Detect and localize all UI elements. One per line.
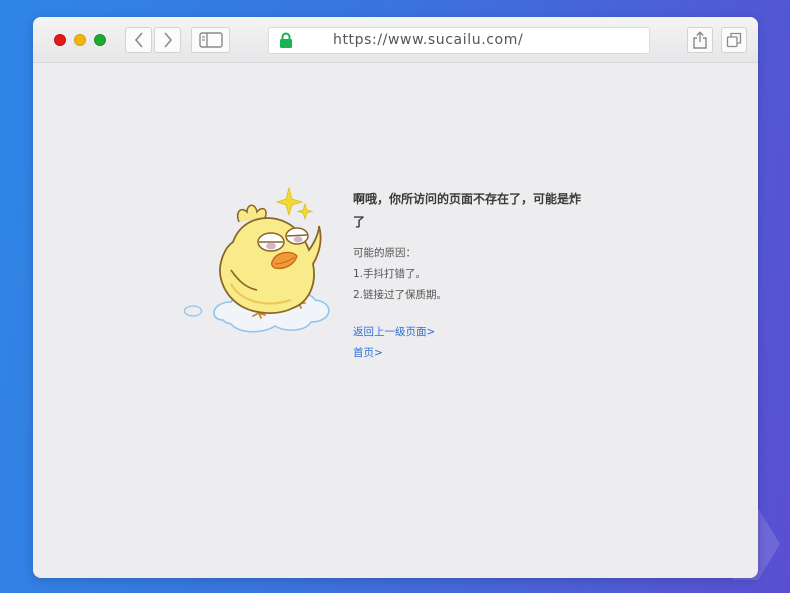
- sidebar-toggle-button[interactable]: [191, 27, 230, 53]
- error-message-block: 啊哦，你所访问的页面不存在了，可能是炸了 可能的原因： 1.手抖打错了。 2.链…: [353, 188, 593, 364]
- reason-item: 1.手抖打错了。: [353, 268, 427, 280]
- url-text: https://www.sucailu.com/: [333, 32, 524, 48]
- back-to-previous-link[interactable]: 返回上一级页面>: [353, 322, 593, 343]
- tabs-icon: [726, 32, 742, 48]
- forward-arrow-icon: [163, 32, 172, 48]
- share-icon: [693, 31, 707, 49]
- home-link[interactable]: 首页>: [353, 343, 593, 364]
- browser-toolbar: https://www.sucailu.com/: [33, 17, 758, 63]
- lock-icon: [280, 32, 292, 48]
- address-bar[interactable]: https://www.sucailu.com/: [268, 27, 650, 54]
- close-window-button[interactable]: [54, 34, 66, 46]
- minimize-window-button[interactable]: [74, 34, 86, 46]
- zoom-window-button[interactable]: [94, 34, 106, 46]
- sidebar-icon: [198, 32, 223, 48]
- error-title: 啊哦，你所访问的页面不存在了，可能是炸了: [353, 192, 582, 229]
- forward-button[interactable]: [154, 27, 181, 53]
- back-button[interactable]: [125, 27, 152, 53]
- browser-window: https://www.sucailu.com/ 啊哦，你所访问的页面不存在了，…: [33, 17, 758, 578]
- reason-item: 2.链接过了保质期。: [353, 289, 448, 301]
- share-button[interactable]: [687, 27, 713, 53]
- error-links: 返回上一级页面> 首页>: [353, 322, 593, 364]
- tabs-button[interactable]: [721, 27, 747, 53]
- chick-mascot-icon: [183, 186, 330, 333]
- error-reasons: 可能的原因： 1.手抖打错了。 2.链接过了保质期。: [353, 243, 593, 306]
- reasons-heading: 可能的原因：: [353, 247, 416, 259]
- back-arrow-icon: [134, 32, 143, 48]
- page-content: 啊哦，你所访问的页面不存在了，可能是炸了 可能的原因： 1.手抖打错了。 2.链…: [33, 64, 758, 578]
